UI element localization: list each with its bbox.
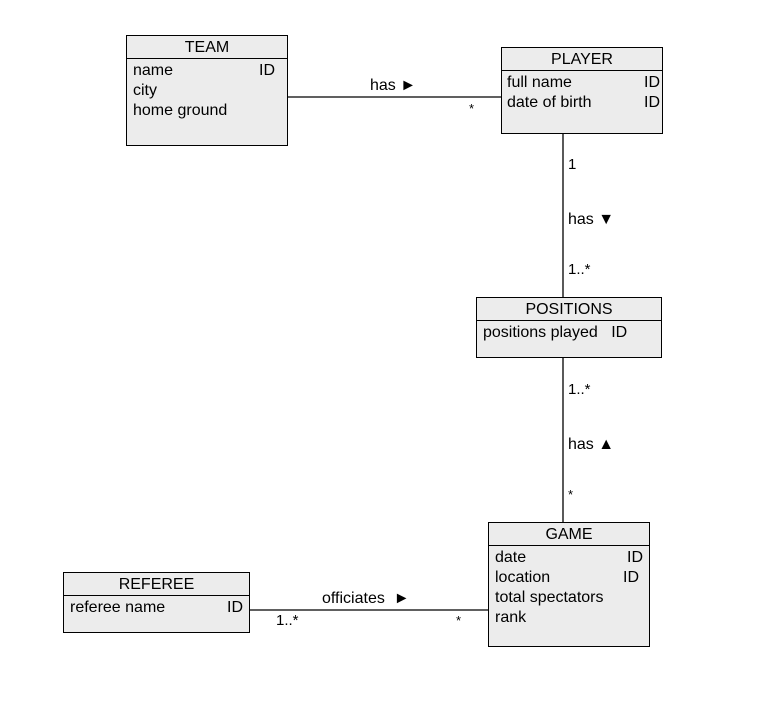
multiplicity-positions-game-from: 1..* <box>568 381 591 398</box>
multiplicity-player-positions-from: 1 <box>568 156 577 173</box>
attribute-list: full name ID date of birth ID <box>502 71 662 113</box>
relationship-label-player-positions: has ▼ <box>568 211 615 228</box>
attribute-key: ID <box>227 599 243 616</box>
entity-title: PLAYER <box>502 48 662 71</box>
attribute-name: referee name <box>70 599 166 616</box>
relationship-label-referee-game: officiates ► <box>322 590 410 607</box>
multiplicity-referee-game-to: * <box>456 613 462 628</box>
attribute: positions played ID <box>483 323 655 343</box>
attribute: total spectators <box>495 588 643 608</box>
entity-player[interactable]: PLAYER full name ID date of birth ID <box>501 47 663 134</box>
entity-title: POSITIONS <box>477 298 661 321</box>
attribute-name: positions played <box>483 324 598 341</box>
attribute: location ID <box>495 568 643 588</box>
attribute-name: date of birth <box>507 94 592 111</box>
attribute-name: total spectators <box>495 589 604 606</box>
attribute-list: positions played ID <box>477 321 661 343</box>
attribute-list: name ID city home ground <box>127 59 287 121</box>
attribute-name: full name <box>507 74 572 91</box>
attribute: city <box>133 81 281 101</box>
attribute: name ID <box>133 61 281 81</box>
entity-game[interactable]: GAME date ID location ID total spectator… <box>488 522 650 647</box>
multiplicity-referee-game-from: 1..* <box>276 612 299 629</box>
attribute-name: location <box>495 569 551 586</box>
attribute: referee name ID <box>70 598 243 618</box>
entity-team[interactable]: TEAM name ID city home ground <box>126 35 288 146</box>
attribute-key: ID <box>259 62 275 79</box>
multiplicity-positions-game-to: * <box>568 487 574 502</box>
entity-title: TEAM <box>127 36 287 59</box>
attribute-key: ID <box>627 549 643 566</box>
attribute: home ground <box>133 101 281 121</box>
attribute: rank <box>495 608 643 628</box>
entity-referee[interactable]: REFEREE referee name ID <box>63 572 250 633</box>
relationship-label-positions-game: has ▲ <box>568 436 615 453</box>
relationship-label-team-player: has ► <box>370 77 417 94</box>
attribute-key: ID <box>644 74 660 91</box>
entity-title: GAME <box>489 523 649 546</box>
attribute: date ID <box>495 548 643 568</box>
attribute: full name ID <box>507 73 660 93</box>
attribute-name: date <box>495 549 527 566</box>
attribute-name: city <box>133 82 157 99</box>
attribute-name: rank <box>495 609 527 626</box>
attribute-name: name <box>133 62 174 79</box>
attribute: date of birth ID <box>507 93 660 113</box>
multiplicity-player-positions-to: 1..* <box>568 261 591 278</box>
multiplicity-team-player-to: * <box>469 101 475 116</box>
attribute-list: date ID location ID total spectators ran… <box>489 546 649 628</box>
attribute-key: ID <box>644 94 660 111</box>
attribute-key: ID <box>611 324 628 341</box>
attribute-name: home ground <box>133 102 228 119</box>
attribute-key: ID <box>623 569 639 586</box>
entity-title: REFEREE <box>64 573 249 596</box>
entity-positions[interactable]: POSITIONS positions played ID <box>476 297 662 358</box>
attribute-list: referee name ID <box>64 596 249 618</box>
